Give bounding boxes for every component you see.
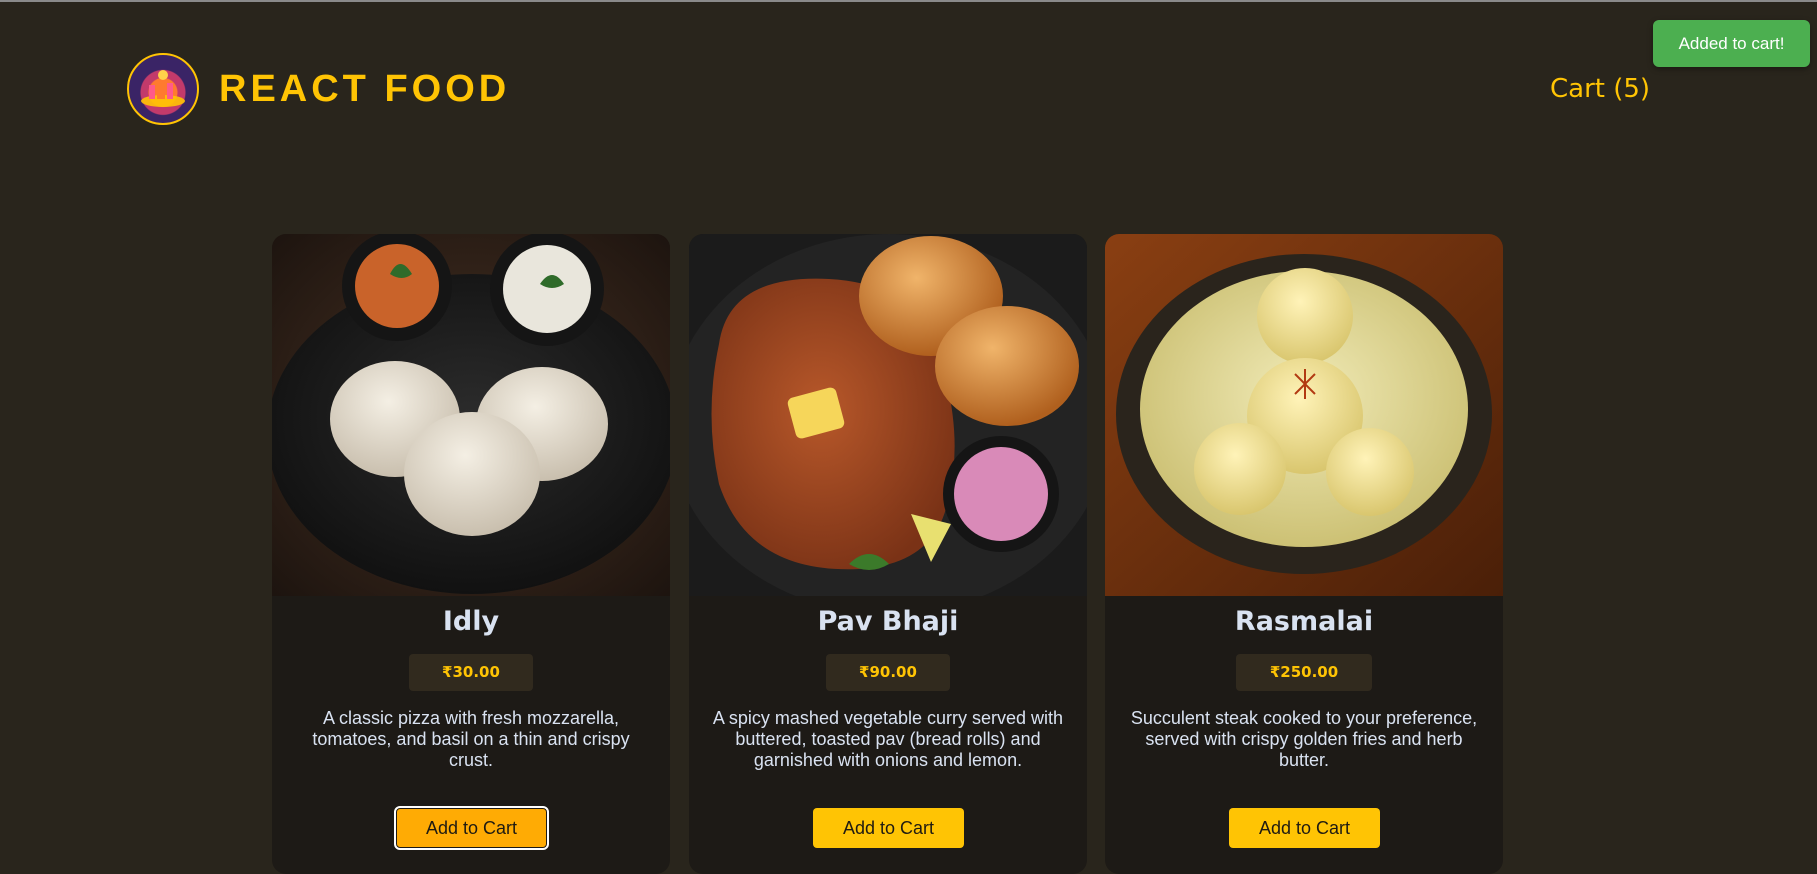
meal-name: Pav Bhaji: [817, 606, 959, 637]
meal-price: ₹250.00: [1236, 654, 1372, 691]
react-food-logo-icon: [127, 53, 199, 125]
meal-price: ₹30.00: [409, 654, 533, 691]
add-to-cart-button-rasmalai[interactable]: Add to Cart: [1229, 808, 1380, 848]
meal-image-rasmalai: [1105, 234, 1503, 596]
meal-name: Rasmalai: [1234, 606, 1374, 637]
meal-image-pav-bhaji: [689, 234, 1087, 596]
add-to-cart-button-idly[interactable]: Add to Cart: [394, 806, 549, 850]
meal-card-idly: Idly ₹30.00 A classic pizza with fresh m…: [272, 234, 670, 874]
brand-title: REACT FOOD: [219, 68, 511, 110]
meal-card-rasmalai: Rasmalai ₹250.00 Succulent steak cooked …: [1105, 234, 1503, 874]
meal-description: A classic pizza with fresh mozzarella, t…: [312, 708, 630, 770]
meal-image-idly: [272, 234, 670, 596]
cart-button[interactable]: Cart (5): [1550, 72, 1650, 106]
add-to-cart-button-pav-bhaji[interactable]: Add to Cart: [813, 808, 964, 848]
meal-name: Idly: [442, 606, 500, 637]
added-to-cart-toast: Added to cart!: [1653, 20, 1810, 67]
meal-description: A spicy mashed vegetable curry served wi…: [712, 708, 1064, 770]
meal-description: Succulent steak cooked to your preferenc…: [1130, 708, 1478, 770]
meal-price: ₹90.00: [826, 654, 950, 691]
meal-card-pav-bhaji: Pav Bhaji ₹90.00 A spicy mashed vegetabl…: [689, 234, 1087, 874]
page-header: REACT FOOD Cart (5): [0, 0, 1817, 180]
